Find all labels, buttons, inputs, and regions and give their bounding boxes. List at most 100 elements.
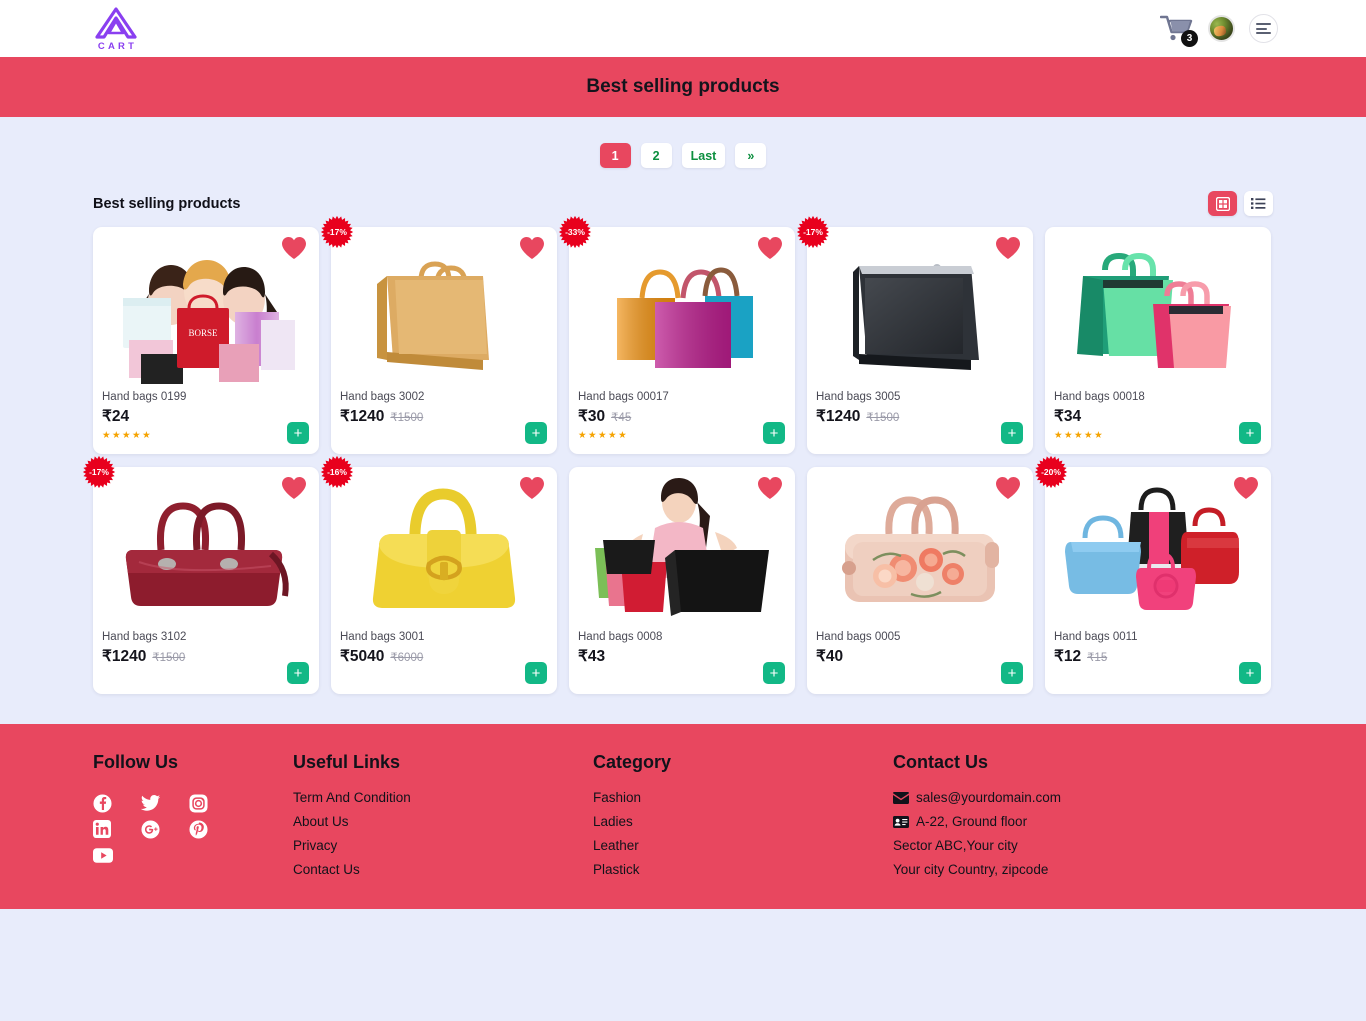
user-avatar[interactable] xyxy=(1208,15,1235,42)
add-to-cart-button[interactable]: + xyxy=(1239,422,1261,444)
hamburger-menu-button[interactable] xyxy=(1249,14,1278,43)
product-old-price: ₹1500 xyxy=(390,412,424,424)
product-card[interactable]: -33% Hand bags 00017 ₹30 ₹45 ★★★★★ + xyxy=(558,215,795,454)
twitter-icon[interactable] xyxy=(141,790,189,816)
pagination-button-[interactable]: » xyxy=(735,143,767,168)
discount-text: -17% xyxy=(327,227,347,237)
footer-category-column: Category Fashion Ladies Leather Plastick xyxy=(593,752,893,886)
google-plus-icon[interactable] xyxy=(141,816,189,842)
product-card[interactable]: -17% Hand bags 3005 ₹1240 ₹1500 + xyxy=(796,215,1033,454)
brand-logo[interactable]: CART xyxy=(93,6,139,52)
youtube-icon[interactable] xyxy=(93,842,141,868)
favorite-heart-icon[interactable] xyxy=(995,236,1021,260)
hamburger-menu-icon xyxy=(1256,21,1271,37)
product-card[interactable]: -17% Hand bags 3002 ₹1240 ₹1500 + xyxy=(320,215,557,454)
linkedin-icon[interactable] xyxy=(93,816,141,842)
header-actions: 3 xyxy=(1159,0,1278,57)
favorite-heart-icon[interactable] xyxy=(281,476,307,500)
discount-text: -17% xyxy=(803,227,823,237)
footer-useful-links-column: Useful Links Term And Condition About Us… xyxy=(293,752,593,886)
footer-link-term-and-condition[interactable]: Term And Condition xyxy=(293,790,593,805)
cart-button[interactable]: 3 xyxy=(1159,14,1198,47)
discount-text: -33% xyxy=(565,227,585,237)
product-card[interactable]: Hand bags 00018 ₹34 ★★★★★ + xyxy=(1045,227,1271,454)
cart-count-badge: 3 xyxy=(1181,29,1198,47)
product-image xyxy=(577,473,787,628)
product-old-price: ₹1500 xyxy=(152,652,186,664)
add-to-cart-button[interactable]: + xyxy=(763,662,785,684)
add-to-cart-button[interactable]: + xyxy=(525,422,547,444)
pagination-button-last[interactable]: Last xyxy=(681,143,726,168)
category-link-ladies[interactable]: Ladies xyxy=(593,814,893,829)
discount-text: -20% xyxy=(1041,467,1061,477)
logo-a-icon xyxy=(93,6,139,40)
pagination: 1 2 Last » xyxy=(0,117,1366,168)
footer-link-contact-us[interactable]: Contact Us xyxy=(293,862,593,877)
page-banner: Best selling products xyxy=(0,57,1366,117)
favorite-heart-icon[interactable] xyxy=(519,476,545,500)
add-to-cart-button[interactable]: + xyxy=(287,422,309,444)
favorite-heart-icon[interactable] xyxy=(757,476,783,500)
discount-text: -17% xyxy=(89,467,109,477)
envelope-icon xyxy=(893,791,909,804)
instagram-icon[interactable] xyxy=(189,790,237,816)
product-row: BORSE Hand bags 0199 ₹24 ★★★★★ + -17% Hand… xyxy=(93,215,1273,454)
footer-link-privacy[interactable]: Privacy xyxy=(293,838,593,853)
favorite-heart-icon[interactable] xyxy=(519,236,545,260)
product-image xyxy=(339,473,549,628)
add-to-cart-button[interactable]: + xyxy=(1001,662,1023,684)
contact-email[interactable]: sales@yourdomain.com xyxy=(916,790,1061,805)
add-to-cart-button[interactable]: + xyxy=(525,662,547,684)
pinterest-icon[interactable] xyxy=(189,816,237,842)
pagination-button-1[interactable]: 1 xyxy=(599,143,631,168)
add-to-cart-button[interactable]: + xyxy=(287,662,309,684)
discount-badge: -16% xyxy=(320,455,354,489)
product-image xyxy=(339,233,549,388)
product-card[interactable]: -17% Hand bags 3102 ₹1240 ₹1500 + xyxy=(82,455,319,694)
product-card[interactable]: BORSE Hand bags 0199 ₹24 ★★★★★ + xyxy=(93,227,319,454)
product-name: Hand bags 3001 xyxy=(340,631,425,643)
product-card[interactable]: -20% Hand bags 0011 ₹12 ₹15 + xyxy=(1034,455,1271,694)
page-title: Best selling products xyxy=(586,76,780,97)
section-title: Best selling products xyxy=(93,195,241,212)
category-heading: Category xyxy=(593,752,672,772)
favorite-heart-icon[interactable] xyxy=(1233,476,1259,500)
contact-address-line-2: Sector ABC,Your city xyxy=(893,838,1273,853)
grid-view-button[interactable] xyxy=(1208,191,1237,216)
discount-text: -16% xyxy=(327,467,347,477)
discount-badge: -17% xyxy=(320,215,354,249)
product-name: Hand bags 0011 xyxy=(1054,631,1138,643)
product-image xyxy=(577,233,787,388)
product-card[interactable]: -16% Hand bags 3001 ₹5040 ₹6000 + xyxy=(320,455,557,694)
product-price: ₹5040 xyxy=(340,648,385,665)
footer-link-about-us[interactable]: About Us xyxy=(293,814,593,829)
category-link-plastick[interactable]: Plastick xyxy=(593,862,893,877)
product-card[interactable]: Hand bags 0005 ₹40 + xyxy=(807,467,1033,694)
contact-us-heading: Contact Us xyxy=(893,752,989,772)
product-card[interactable]: Hand bags 0008 ₹43 + xyxy=(569,467,795,694)
category-link-leather[interactable]: Leather xyxy=(593,838,893,853)
product-price-row: ₹24 xyxy=(102,407,319,426)
add-to-cart-button[interactable]: + xyxy=(763,422,785,444)
product-name: Hand bags 3102 xyxy=(102,631,187,643)
product-old-price: ₹45 xyxy=(611,412,632,424)
category-link-fashion[interactable]: Fashion xyxy=(593,790,893,805)
favorite-heart-icon[interactable] xyxy=(995,476,1021,500)
add-to-cart-button[interactable]: + xyxy=(1001,422,1023,444)
product-name: Hand bags 00018 xyxy=(1054,391,1145,403)
site-footer: Follow Us Useful Links Term And Conditio… xyxy=(0,724,1366,909)
product-image xyxy=(1053,473,1263,628)
favorite-heart-icon[interactable] xyxy=(281,236,307,260)
favorite-heart-icon[interactable] xyxy=(757,236,783,260)
product-name: Hand bags 0005 xyxy=(816,631,901,643)
list-view-button[interactable] xyxy=(1244,191,1273,216)
section-header: Best selling products xyxy=(93,191,1273,216)
product-image xyxy=(101,473,311,628)
pagination-button-2[interactable]: 2 xyxy=(640,143,672,168)
product-price: ₹34 xyxy=(1054,408,1082,425)
product-price-row: ₹5040 ₹6000 xyxy=(340,647,557,666)
facebook-icon[interactable] xyxy=(93,790,141,816)
add-to-cart-button[interactable]: + xyxy=(1239,662,1261,684)
footer-follow-column: Follow Us xyxy=(93,752,293,886)
product-price-row: ₹34 xyxy=(1054,407,1271,426)
